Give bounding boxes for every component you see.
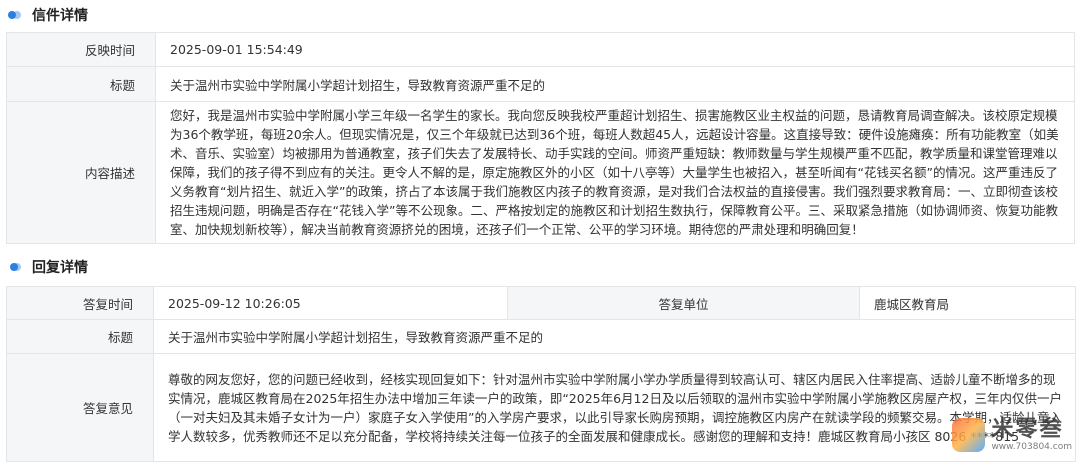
watermark-logo-icon (952, 418, 986, 452)
reply-time-label: 答复时间 (6, 286, 154, 320)
section-bullet-icon (8, 260, 24, 274)
letter-detail-table: 反映时间 2025-09-01 15:54:49 标题 关于温州市实验中学附属小… (6, 32, 1075, 244)
reply-unit-label: 答复单位 (507, 286, 860, 320)
reply-opinion-row: 答复意见 尊敬的网友您好，您的问题已经收到，经核实现回复如下：针对温州市实验中学… (6, 353, 1076, 462)
reply-title-row: 标题 关于温州市实验中学附属小学超计划招生，导致教育资源严重不足的 (6, 319, 1076, 354)
reply-time-value: 2025-09-12 10:26:05 (153, 286, 508, 320)
reply-section-title-text: 回复详情 (32, 260, 88, 276)
reply-unit-value: 鹿城区教育局 (859, 286, 1076, 320)
watermark-title: 米零叁 (991, 416, 1064, 442)
letter-content-value: 您好，我是温州市实验中学附属小学三年级一名学生的家长。我向您反映我校严重超计划招… (155, 101, 1075, 244)
reply-detail-table: 答复时间 2025-09-12 10:26:05 答复单位 鹿城区教育局 标题 … (6, 286, 1076, 462)
reply-opinion-value: 尊敬的网友您好，您的问题已经收到，经核实现回复如下：针对温州市实验中学附属小学办… (153, 353, 1076, 462)
letter-title-value: 关于温州市实验中学附属小学超计划招生，导致教育资源严重不足的 (155, 66, 1075, 102)
reply-time-row: 答复时间 2025-09-12 10:26:05 答复单位 鹿城区教育局 (6, 286, 1076, 320)
reply-opinion-label: 答复意见 (6, 353, 154, 462)
letter-time-row: 反映时间 2025-09-01 15:54:49 (6, 32, 1075, 67)
letter-content-label: 内容描述 (6, 101, 156, 244)
reply-title-label: 标题 (6, 319, 154, 354)
letter-content-row: 内容描述 您好，我是温州市实验中学附属小学三年级一名学生的家长。我向您反映我校严… (6, 101, 1075, 244)
letter-title-label: 标题 (6, 66, 156, 102)
section-bullet-icon (8, 8, 24, 22)
letter-title-row: 标题 关于温州市实验中学附属小学超计划招生，导致教育资源严重不足的 (6, 66, 1075, 102)
reply-title-value: 关于温州市实验中学附属小学超计划招生，导致教育资源严重不足的 (153, 319, 1076, 354)
reply-section-title: 回复详情 (8, 256, 88, 278)
letter-time-label: 反映时间 (6, 32, 156, 67)
watermark-url: www.703804.com (991, 441, 1072, 452)
watermark: 米零叁 www.703804.com (952, 409, 1072, 461)
letter-section-title: 信件详情 (8, 4, 88, 26)
letter-section-title-text: 信件详情 (32, 8, 88, 24)
letter-time-value: 2025-09-01 15:54:49 (155, 32, 1075, 67)
